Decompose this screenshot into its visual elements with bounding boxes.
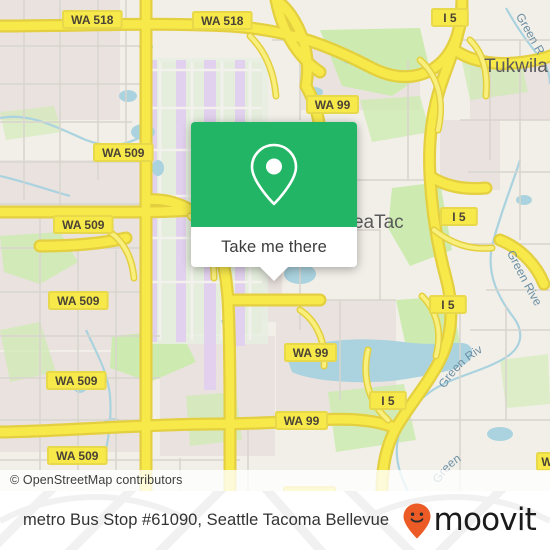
svg-text:WA 509: WA 509 — [55, 374, 98, 388]
popup-header — [191, 122, 357, 227]
road-shield: WA 509 — [53, 215, 114, 234]
take-me-there-label: Take me there — [221, 237, 327, 256]
svg-text:WA 509: WA 509 — [62, 218, 105, 232]
svg-text:WA 509: WA 509 — [57, 294, 100, 308]
road-shield: I 5 — [440, 207, 478, 226]
road-shield: WA 509 — [47, 446, 108, 465]
svg-text:I 5: I 5 — [443, 11, 457, 25]
svg-text:I 5: I 5 — [452, 210, 466, 224]
map-pin-icon — [250, 143, 298, 205]
road-shield: WA 99 — [284, 343, 337, 362]
road-shield: WA 518 — [192, 11, 253, 30]
svg-text:WA 99: WA 99 — [284, 414, 320, 428]
svg-text:WA 518: WA 518 — [71, 13, 114, 27]
road-shield: I 5 — [369, 391, 407, 410]
moovit-wordmark: moovit — [433, 502, 537, 538]
svg-text:WA 509: WA 509 — [56, 449, 99, 463]
map-place-label: Tukwila — [484, 56, 548, 77]
road-shield: WA 509 — [48, 291, 109, 310]
location-title: metro Bus Stop #61090, Seattle Tacoma Be… — [23, 511, 390, 529]
road-shield: I 5 — [431, 8, 469, 27]
road-shield: WA 509 — [46, 371, 107, 390]
moovit-logo[interactable]: moovit — [402, 502, 537, 540]
svg-text:WA 99: WA 99 — [315, 98, 351, 112]
moovit-map-screenshot: TukwilaSeaTac Green RiverGreen RiverGree… — [0, 0, 550, 550]
road-shield: WA — [536, 452, 550, 471]
road-shield: WA 518 — [62, 10, 123, 29]
road-shield: WA 99 — [306, 95, 359, 114]
popup-pointer — [260, 267, 288, 281]
svg-text:WA 518: WA 518 — [201, 14, 244, 28]
footer-bar: metro Bus Stop #61090, Seattle Tacoma Be… — [0, 491, 550, 550]
map-popup-card[interactable]: Take me there — [191, 122, 357, 281]
svg-text:I 5: I 5 — [381, 394, 395, 408]
svg-text:WA: WA — [541, 455, 550, 469]
popup-footer[interactable]: Take me there — [191, 227, 357, 281]
moovit-smiley-pin-icon — [403, 503, 431, 538]
osm-attribution: © OpenStreetMap contributors — [0, 470, 550, 491]
svg-text:WA 99: WA 99 — [293, 346, 329, 360]
road-shield: WA 99 — [275, 411, 328, 430]
svg-text:WA 509: WA 509 — [102, 146, 145, 160]
road-shield: WA 509 — [93, 143, 154, 162]
road-shield: I 5 — [429, 295, 467, 314]
svg-text:I 5: I 5 — [441, 298, 455, 312]
